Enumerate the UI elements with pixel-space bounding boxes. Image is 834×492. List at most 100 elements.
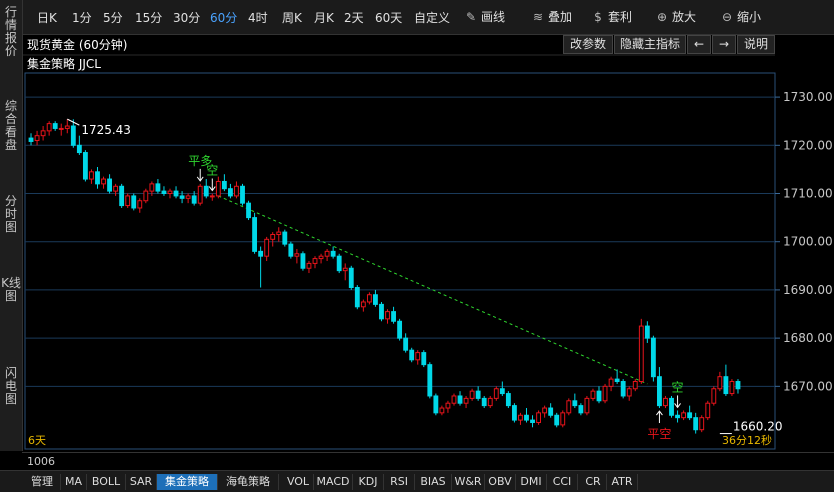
hide-main-indicator-button[interactable]: 隐藏主指标 [614,35,686,54]
tab-bias[interactable]: BIAS [415,474,452,490]
tab-cr[interactable]: CR [580,474,607,490]
tab-obv[interactable]: OBV [485,474,516,490]
sidebar-item-timeshare[interactable]: 分时图 [0,195,22,240]
sidebar-item-kline[interactable]: K线图 [0,273,22,321]
candle-body [70,125,76,146]
candle-body [119,185,125,207]
candle-body [681,412,687,419]
signal-label: 空 [672,380,684,394]
modify-params-button[interactable]: 改参数 [563,35,613,54]
candle-body [101,178,106,185]
candle-body [657,376,662,407]
tab-kdj[interactable]: KDJ [353,474,384,490]
candle-body [511,405,517,421]
candle-body [397,320,403,339]
tab-atr[interactable]: ATR [607,474,638,490]
candle-body [89,171,94,180]
candle-body [348,267,354,289]
candle-body [137,200,143,209]
candle-body [131,195,137,209]
tab-ma[interactable]: MA [61,474,87,490]
candle-body [95,171,100,185]
scroll-right-button[interactable]: → [712,35,736,54]
tab-jjcl[interactable]: 集金策略 [157,474,218,490]
tab-turtle[interactable]: 海龟策略 [218,474,279,490]
candle-body [590,390,596,399]
candle-body [457,395,463,404]
help-button[interactable]: 说明 [737,35,775,54]
candle-body [385,311,390,320]
y-tick-label: 1720.00 [783,138,833,152]
tab-wr[interactable]: W&R [452,474,485,490]
y-tick-label: 1680.00 [783,331,833,345]
candle-body [608,378,614,387]
sidebar-item-overview[interactable]: 综合看盘 [0,100,22,160]
bar-countdown: 36分12秒 [722,434,772,447]
candle-body [366,294,372,303]
tab-sar[interactable]: SAR [126,474,157,490]
candle-body [306,262,312,269]
candle-body [451,395,457,404]
candle-body [107,178,112,192]
kline-chart[interactable]: 1730.00 1720.00 1710.00 1700.00 1690.00 1680.… [23,0,834,452]
tab-cci[interactable]: CCI [547,474,578,490]
candle-body [463,397,469,404]
candle-body [675,414,680,419]
candle-body [46,123,52,132]
sidebar-item-flash[interactable]: 闪电图 [0,367,22,412]
tab-rsi[interactable]: RSI [384,474,415,490]
candle-body [481,397,487,407]
strategy-label: 集金策略 JJCL [27,57,101,71]
candle-body [64,125,70,129]
sidebar-item-quotes[interactable]: 行情报价 [0,6,22,66]
candle-body [536,412,542,423]
candle-body [524,414,529,421]
y-tick-label: 1730.00 [783,90,833,104]
left-sidebar: 行情报价 综合看盘 分时图 K线图 闪电图 [0,0,23,451]
tab-boll[interactable]: BOLL [87,474,126,490]
candle-body [34,135,40,141]
candle-body [143,190,149,202]
tab-vol[interactable]: VOL [283,474,314,490]
candle-body [336,255,342,272]
candle-body [258,250,264,257]
candle-body [699,417,705,431]
candle-body [705,402,711,419]
candle-body [469,390,475,399]
candle-body [723,376,729,395]
y-tick-label: 1710.00 [783,187,833,201]
high-price-label: 1725.43 [81,123,131,137]
candle-body [354,287,360,308]
candle-body [445,402,451,409]
candle-body [663,397,668,407]
candle-body [246,202,251,219]
candle-body [644,325,650,339]
y-tick-label: 1670.00 [783,379,833,393]
candle-body [149,183,155,192]
candle-body [693,417,699,431]
candle-body [711,388,717,404]
candle-body [330,250,336,257]
candle-body [197,185,203,204]
indicator-tabs: 管理 MA BOLL SAR 集金策略 海龟策略 VOL MACD KDJ RS… [0,470,834,492]
candle-body [638,325,644,383]
tab-manage[interactable]: 管理 [24,474,61,490]
scroll-left-button[interactable]: ← [687,35,711,54]
y-tick-label: 1690.00 [783,283,833,297]
candle-body [433,395,439,414]
candle-body [227,188,233,197]
candle-body [179,195,185,199]
candle-body [300,253,306,269]
candle-body [548,407,554,416]
candle-body [373,294,378,305]
candle-body [221,180,227,190]
candle-body [584,397,590,414]
tab-dmi[interactable]: DMI [516,474,547,490]
candle-body [294,253,300,257]
candle-body [542,407,548,414]
candle-body [185,195,191,199]
candle-body [499,388,505,395]
candle-body [735,381,741,390]
candle-body [421,352,427,366]
tab-macd[interactable]: MACD [314,474,353,490]
